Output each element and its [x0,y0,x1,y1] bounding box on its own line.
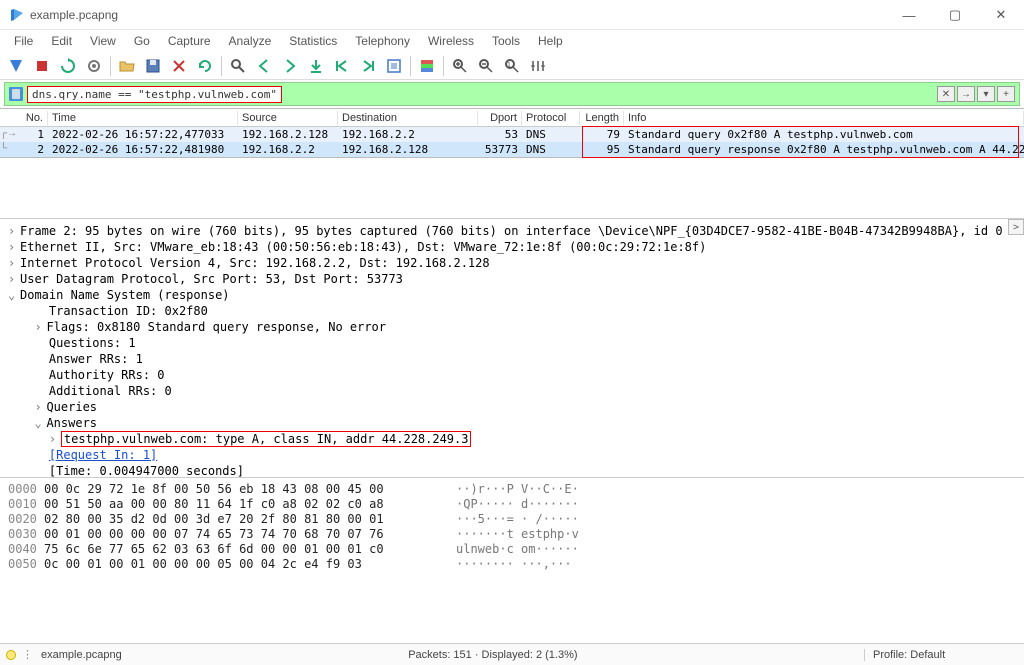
toolbar: 1 [0,52,1024,80]
packet-list: No. Time Source Destination Dport Protoc… [0,108,1024,158]
col-source: Source [238,111,338,125]
detail-queries[interactable]: Queries [46,400,97,414]
zoom-reset-icon[interactable]: 1 [500,54,524,78]
zoom-out-icon[interactable] [474,54,498,78]
menu-telephony[interactable]: Telephony [347,32,418,50]
menu-tools[interactable]: Tools [484,32,528,50]
status-profile[interactable]: Profile: Default [864,649,1024,661]
filter-apply-button[interactable]: → [957,86,975,102]
open-file-icon[interactable] [115,54,139,78]
packet-details[interactable]: > ›Frame 2: 95 bytes on wire (760 bits),… [0,218,1024,478]
detail-ip[interactable]: Internet Protocol Version 4, Src: 192.16… [20,256,490,270]
resize-columns-icon[interactable] [526,54,550,78]
menu-help[interactable]: Help [530,32,571,50]
auto-scroll-icon[interactable] [382,54,406,78]
colorize-icon[interactable] [415,54,439,78]
expert-led-icon[interactable] [6,650,16,660]
minimize-button[interactable]: — [886,0,932,30]
detail-answer-rrs[interactable]: Answer RRs: 1 [49,352,143,366]
detail-additional-rrs[interactable]: Additional RRs: 0 [49,384,172,398]
go-next-icon[interactable] [278,54,302,78]
start-capture-icon[interactable] [4,54,28,78]
find-packet-icon[interactable] [226,54,250,78]
menu-go[interactable]: Go [126,32,158,50]
svg-text:1: 1 [507,62,511,69]
go-jump-icon[interactable] [304,54,328,78]
statusbar: ⋮ example.pcapng Packets: 151 · Displaye… [0,643,1024,665]
filter-add-button[interactable]: + [997,86,1015,102]
packet-bytes[interactable]: 000000 0c 29 72 1e 8f 00 50 56 eb 18 43 … [0,478,1024,578]
menu-analyze[interactable]: Analyze [221,32,280,50]
app-icon [10,8,24,22]
detail-udp[interactable]: User Datagram Protocol, Src Port: 53, Ds… [20,272,403,286]
status-file[interactable]: example.pcapng [39,649,122,661]
close-button[interactable]: ✕ [978,0,1024,30]
detail-dns[interactable]: Domain Name System (response) [20,288,230,302]
detail-flags[interactable]: Flags: 0x8180 Standard query response, N… [46,320,386,334]
detail-time[interactable]: [Time: 0.004947000 seconds] [49,464,244,478]
restart-capture-icon[interactable] [56,54,80,78]
go-last-icon[interactable] [356,54,380,78]
go-prev-icon[interactable] [252,54,276,78]
detail-txid[interactable]: Transaction ID: 0x2f80 [49,304,208,318]
go-first-icon[interactable] [330,54,354,78]
zoom-in-icon[interactable] [448,54,472,78]
col-no: No. [0,111,48,125]
close-file-icon[interactable] [167,54,191,78]
display-filter-input[interactable]: dns.qry.name == "testphp.vulnweb.com" [27,86,282,103]
window-title: example.pcapng [30,8,118,22]
bookmark-icon[interactable] [9,87,23,101]
packet-row[interactable]: 1 2022-02-26 16:57:22,477033 192.168.2.1… [0,127,1024,142]
col-destination: Destination [338,111,478,125]
filter-clear-button[interactable]: ✕ [937,86,955,102]
filter-history-button[interactable]: ▾ [977,86,995,102]
menubar: File Edit View Go Capture Analyze Statis… [0,30,1024,52]
menu-wireless[interactable]: Wireless [420,32,482,50]
reload-file-icon[interactable] [193,54,217,78]
col-length: Length [580,111,624,125]
col-protocol: Protocol [522,111,580,125]
col-time: Time [48,111,238,125]
scroll-right-button[interactable]: > [1008,219,1024,235]
detail-request-link[interactable]: [Request In: 1] [49,448,157,462]
col-dport: Dport [478,111,522,125]
packet-row[interactable]: 2 2022-02-26 16:57:22,481980 192.168.2.2… [0,142,1024,157]
maximize-button[interactable]: ▢ [932,0,978,30]
col-info: Info [624,111,1024,125]
display-filter-bar: dns.qry.name == "testphp.vulnweb.com" ✕ … [4,82,1020,106]
save-file-icon[interactable] [141,54,165,78]
menu-capture[interactable]: Capture [160,32,219,50]
detail-answer-record[interactable]: testphp.vulnweb.com: type A, class IN, a… [61,431,472,447]
bullet-icon: ⋮ [22,648,33,661]
menu-edit[interactable]: Edit [43,32,80,50]
stop-capture-icon[interactable] [30,54,54,78]
titlebar: example.pcapng — ▢ ✕ [0,0,1024,30]
menu-file[interactable]: File [6,32,41,50]
detail-questions[interactable]: Questions: 1 [49,336,136,350]
capture-options-icon[interactable] [82,54,106,78]
detail-authority-rrs[interactable]: Authority RRs: 0 [49,368,165,382]
detail-frame[interactable]: Frame 2: 95 bytes on wire (760 bits), 95… [20,224,1003,238]
status-packet-count: Packets: 151 · Displayed: 2 (1.3%) [408,649,577,661]
menu-view[interactable]: View [82,32,124,50]
menu-statistics[interactable]: Statistics [281,32,345,50]
detail-answers[interactable]: Answers [46,416,97,430]
detail-ethernet[interactable]: Ethernet II, Src: VMware_eb:18:43 (00:50… [20,240,706,254]
packet-list-header[interactable]: No. Time Source Destination Dport Protoc… [0,109,1024,127]
